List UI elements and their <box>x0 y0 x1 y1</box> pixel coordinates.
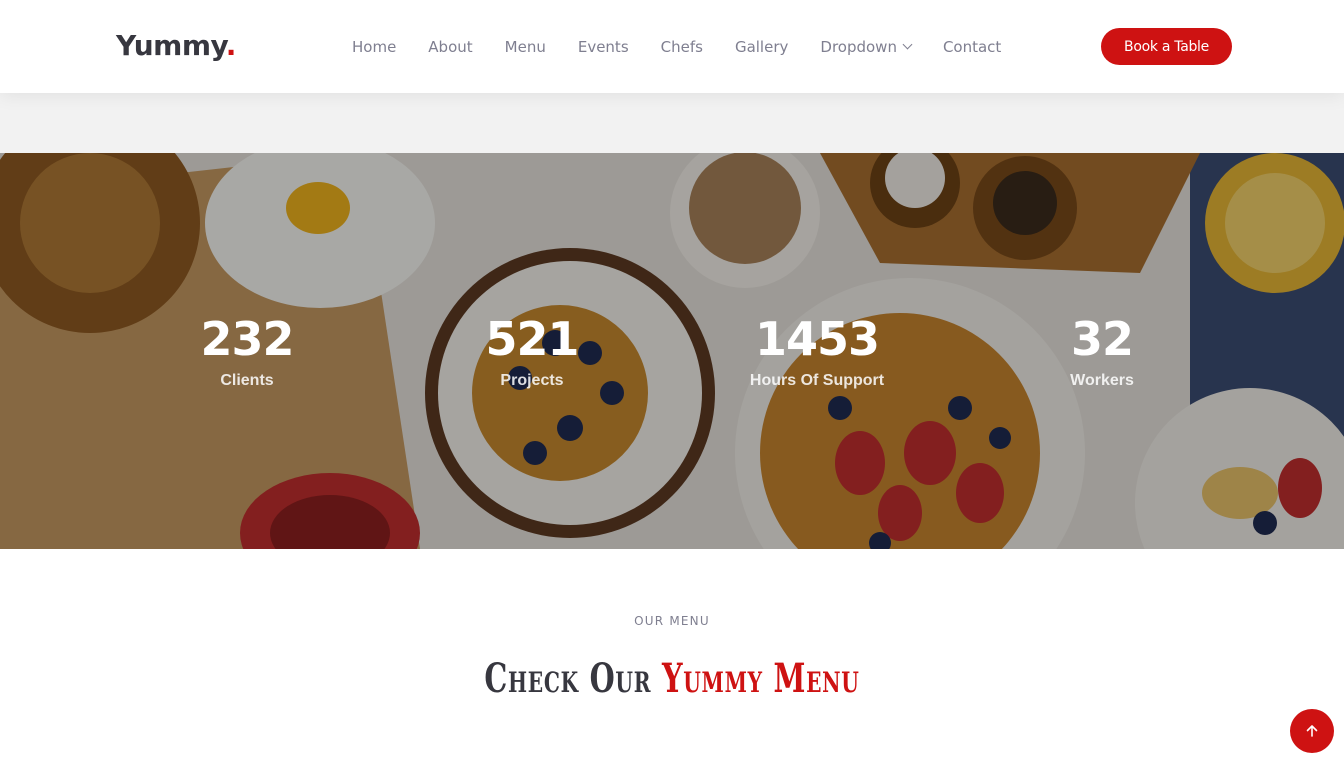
nav-item-contact[interactable]: Contact <box>927 38 1017 56</box>
chevron-down-icon <box>902 39 913 50</box>
stat-projects: 521 Projects <box>412 313 652 390</box>
stat-clients: 232 Clients <box>127 313 367 390</box>
stat-number: 32 <box>1070 312 1134 366</box>
arrow-up-icon <box>1306 725 1318 737</box>
scroll-top-button[interactable] <box>1290 709 1334 753</box>
section-title-prefix: Check Our <box>484 655 652 702</box>
stat-label: Hours Of Support <box>749 372 885 389</box>
nav-item-dropdown-label: Dropdown <box>820 37 897 56</box>
stat-hours-of-support: 1453 Hours Of Support <box>697 313 937 390</box>
section-title: Check Our Yummy Menu <box>188 652 1156 706</box>
section-title-accent: Yummy Menu <box>661 655 860 702</box>
section-divider <box>0 93 1344 153</box>
book-table-button[interactable]: Book a Table <box>1101 28 1232 65</box>
stat-workers: 32 Workers <box>982 313 1222 390</box>
stat-label: Workers <box>1070 372 1134 389</box>
site-header: Yummy. Home About Menu Events Chefs Gall… <box>0 0 1344 93</box>
nav-item-chefs[interactable]: Chefs <box>645 38 719 56</box>
nav-item-about[interactable]: About <box>412 38 488 56</box>
nav-item-dropdown[interactable]: Dropdown <box>804 38 927 56</box>
stat-number: 1453 <box>754 312 880 366</box>
nav-item-gallery[interactable]: Gallery <box>719 38 804 56</box>
nav-item-home[interactable]: Home <box>336 38 412 56</box>
brand-dot: . <box>225 29 237 62</box>
main-nav: Home About Menu Events Chefs Gallery Dro… <box>336 0 1017 93</box>
nav-item-events[interactable]: Events <box>562 38 645 56</box>
nav-item-menu[interactable]: Menu <box>489 38 562 56</box>
stat-label: Projects <box>500 372 564 389</box>
stat-label: Clients <box>220 372 274 389</box>
section-subtitle: OUR MENU <box>634 614 710 628</box>
stat-number: 521 <box>485 312 579 366</box>
brand-logo[interactable]: Yummy. <box>116 26 236 66</box>
stat-number: 232 <box>200 312 294 366</box>
stats-section: 232 Clients 521 Projects 1453 Hours Of S… <box>0 153 1344 549</box>
brand-name: Yummy <box>116 29 226 62</box>
